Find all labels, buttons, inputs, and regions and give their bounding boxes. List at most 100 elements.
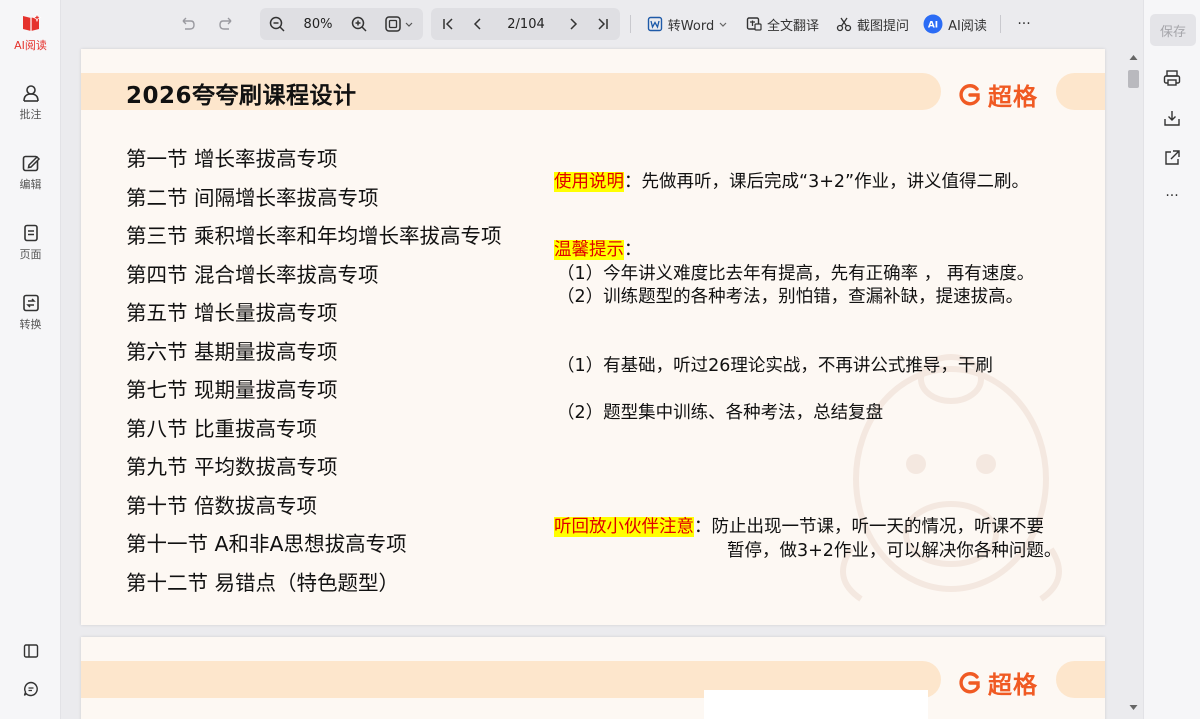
edit-icon: [22, 155, 40, 172]
usage-note: 使用说明：先做再听，课后完成“3+2”作业，讲义值得二刷。: [554, 168, 1029, 193]
share-icon[interactable]: [1162, 148, 1182, 168]
zoom-level[interactable]: 80%: [295, 9, 341, 39]
save-button[interactable]: 保存: [1150, 14, 1196, 46]
tip-item: （1）今年讲义难度比去年有提高，先有正确率 ， 再有速度。: [557, 264, 1035, 284]
scroll-up-icon[interactable]: [1129, 54, 1138, 61]
undo-icon: [182, 17, 195, 30]
tips-heading: 温馨提示：: [554, 236, 642, 261]
svg-text:AI: AI: [928, 21, 938, 31]
scrollbar-thumb[interactable]: [1128, 70, 1139, 88]
lesson-item: 第八节 比重拔高专项: [126, 416, 318, 441]
word-icon: [647, 16, 662, 32]
ai-read-icon: [22, 12, 42, 31]
replay-note: 听回放小伙伴注意：防止出现一节课，听一天的情况，听课不要: [554, 513, 1044, 538]
screenshot-ask-label: 截图提问: [856, 18, 909, 34]
last-page-button[interactable]: [590, 9, 616, 39]
sidebar-item-ai-read[interactable]: AI阅读: [0, 12, 61, 53]
lesson-item: 第七节 现期量拔高专项: [126, 378, 338, 402]
scroll-down-icon[interactable]: [1129, 704, 1138, 711]
replay-line-1: 防止出现一节课，听一天的情况，听课不要: [711, 517, 1045, 537]
first-page-icon: [443, 18, 453, 30]
lesson-item: 第四节 混合增长率拔高专项: [126, 262, 379, 287]
fit-page-icon: [385, 16, 413, 32]
fit-page-button[interactable]: [379, 9, 419, 39]
lesson-item: 第五节 增长量拔高专项: [126, 301, 338, 325]
chevron-right-icon: [570, 18, 578, 30]
sidebar-item-label: 批注: [19, 108, 42, 121]
document-page-2: 超格: [81, 637, 1105, 719]
sidebar-toggle-button[interactable]: [0, 642, 61, 660]
feedback-button[interactable]: [0, 680, 61, 698]
screenshot-ask-button[interactable]: 截图提问: [832, 9, 912, 39]
page-title: 2026夸夸刷课程设计: [126, 83, 357, 109]
replay-colon: ：: [694, 517, 712, 537]
download-icon[interactable]: [1162, 108, 1182, 128]
lesson-item: 第九节 平均数拔高专项: [126, 455, 338, 479]
zoom-in-button[interactable]: [346, 9, 372, 39]
notes-panel: 使用说明：先做再听，课后完成“3+2”作业，讲义值得二刷。 温馨提示： （1）今…: [554, 49, 1099, 625]
replay-label: 听回放小伙伴注意: [554, 517, 694, 537]
scrollbar[interactable]: [1125, 48, 1142, 719]
brand-name: 超格: [988, 671, 1038, 699]
lesson-item: 第二节 间隔增长率拔高专项: [126, 185, 379, 210]
sidebar-item-label: 转换: [19, 318, 42, 331]
lesson-item: 第十二节 易错点（特色题型）: [126, 570, 400, 595]
lesson-list: 第一节 增长率拔高专项 第二节 间隔增长率拔高专项 第三节 乘积增长率和年均增长…: [126, 144, 502, 606]
chevron-down-icon: [719, 22, 727, 27]
chevron-left-icon: [473, 18, 481, 30]
point-item: （2）题型集中训练、各种考法，总结复盘: [557, 403, 884, 423]
page-indicator[interactable]: 2/104: [497, 9, 555, 39]
redo-icon: [219, 17, 232, 30]
tip-item: （2）训练题型的各种考法，别怕错，查漏补缺，提速拔高。: [557, 287, 1024, 307]
convert-icon: [22, 294, 39, 312]
lesson-item: 第六节 基期量拔高专项: [126, 339, 338, 364]
content-box: [704, 690, 928, 719]
tips-colon: ：: [624, 240, 642, 260]
to-word-label: 转Word: [667, 18, 715, 34]
more-icon[interactable]: ···: [1162, 188, 1182, 208]
lesson-item: 第一节 增长率拔高专项: [126, 147, 338, 171]
toolbar-more-button[interactable]: ···: [1011, 9, 1037, 39]
sidebar-item-label: 编辑: [19, 178, 42, 191]
zoom-out-button[interactable]: [264, 9, 290, 39]
lesson-item: 第十一节 A和非A思想拔高专项: [126, 532, 407, 556]
zoom-out-icon: [269, 16, 285, 32]
toolbar-divider: [1000, 15, 1001, 33]
sidebar-item-edit[interactable]: 编辑: [0, 153, 61, 192]
replay-line-2: 暂停，做3+2作业，可以解决你各种问题。: [727, 541, 1062, 561]
scissors-icon: [836, 17, 852, 32]
last-page-icon: [598, 18, 608, 30]
translate-button[interactable]: 全文翻译: [743, 9, 821, 39]
next-page-button[interactable]: [560, 9, 586, 39]
tips-label: 温馨提示: [554, 240, 624, 260]
ai-read-label: AI阅读: [948, 18, 987, 34]
ai-badge-icon: AI: [923, 14, 943, 34]
annotate-icon: [22, 85, 39, 102]
point-item: （1）有基础，听过26理论实战，不再讲公式推导，干刷: [557, 356, 993, 376]
ai-read-button[interactable]: AI AI阅读: [922, 9, 988, 39]
document-page: 2026夸夸刷课程设计 超格 第一节 增长率拔高专项 第二节 间隔增长率拔高专项…: [81, 49, 1105, 625]
left-sidebar: AI阅读 批注 编辑 页面 转换: [0, 0, 61, 719]
print-icon[interactable]: [1162, 68, 1182, 88]
brand-logo-icon: [959, 671, 980, 693]
translate-icon: [746, 17, 762, 31]
zoom-in-icon: [351, 16, 367, 32]
toolbar: 80% 2/104 转Word 全文翻译 截图提问 AI AI阅读 ···: [61, 0, 1143, 48]
first-page-button[interactable]: [435, 9, 461, 39]
sidebar-item-label: 页面: [19, 248, 42, 261]
header-pill: [1056, 661, 1105, 698]
lesson-item: 第三节 乘积增长率和年均增长率拔高专项: [126, 224, 502, 248]
toolbar-divider: [630, 15, 631, 33]
sidebar-item-page[interactable]: 页面: [0, 223, 61, 262]
usage-text: ：先做再听，课后完成“3+2”作业，讲义值得二刷。: [624, 172, 1030, 192]
translate-label: 全文翻译: [766, 18, 819, 34]
sidebar-item-convert[interactable]: 转换: [0, 293, 61, 332]
usage-label: 使用说明: [554, 172, 624, 192]
prev-page-button[interactable]: [465, 9, 491, 39]
to-word-button[interactable]: 转Word: [641, 9, 733, 39]
sidebar-toggle-icon: [23, 644, 38, 658]
undo-button[interactable]: [174, 9, 200, 39]
redo-button[interactable]: [214, 9, 240, 39]
feedback-icon: [23, 681, 38, 697]
sidebar-item-annotate[interactable]: 批注: [0, 83, 61, 122]
